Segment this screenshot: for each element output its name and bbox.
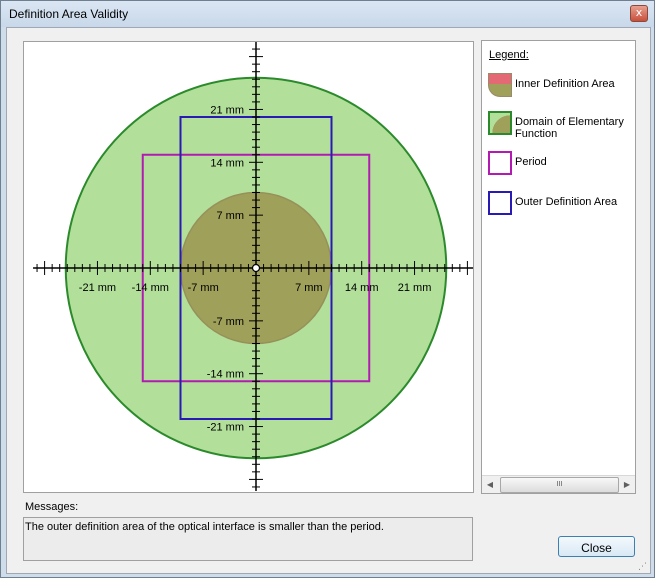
legend-title: Legend: [489, 49, 529, 61]
legend-item-inner-definition-area: Inner Definition Area [488, 73, 633, 99]
x-tick-label: 14 mm [345, 282, 379, 294]
y-tick-label: 14 mm [210, 157, 244, 169]
legend-item-outer-definition-area: Outer Definition Area [488, 191, 633, 217]
messages-text: The outer definition area of the optical… [25, 521, 384, 533]
x-tick-label: 7 mm [295, 282, 323, 294]
scrollbar-thumb[interactable]: III [500, 477, 619, 493]
legend-label: Outer Definition Area [515, 196, 618, 208]
legend-item-period: Period [488, 151, 633, 177]
legend-label: Period [515, 156, 547, 168]
period-swatch [488, 151, 512, 175]
origin-marker [251, 263, 261, 273]
legend-horizontal-scrollbar[interactable]: ◀ III ▶ [482, 475, 635, 493]
legend-label: Domain of Elementary Function [515, 116, 624, 140]
legend-panel: Legend: Inner Definition Area Domain of … [481, 40, 636, 494]
dialog-client-area: -21 mm -14 mm -7 mm 7 mm 14 mm 21 mm 21 mm 14 m… [6, 27, 651, 574]
close-button[interactable]: Close [558, 536, 635, 557]
inner-definition-area-swatch [488, 73, 512, 97]
y-tick-label: -7 mm [213, 316, 244, 328]
plot-area: -21 mm -14 mm -7 mm 7 mm 14 mm 21 mm 21 mm 14 m… [23, 41, 474, 493]
y-tick-label: 21 mm [210, 104, 244, 116]
messages-box[interactable]: The outer definition area of the optical… [23, 517, 473, 561]
x-tick-label: -14 mm [132, 282, 169, 294]
y-tick-label: 7 mm [217, 210, 245, 222]
scroll-left-icon[interactable]: ◀ [482, 476, 498, 493]
resize-grip-icon[interactable]: ⋰ [638, 561, 648, 571]
title-bar[interactable]: Definition Area Validity x [1, 1, 654, 27]
outer-definition-area-swatch [488, 191, 512, 215]
messages-label: Messages: [25, 501, 79, 513]
legend-item-domain: Domain of Elementary Function [488, 111, 633, 140]
y-tick-label: -14 mm [207, 369, 244, 381]
dialog-window: Definition Area Validity x -21 mm -14 mm -… [0, 0, 655, 578]
close-icon[interactable]: x [630, 5, 648, 22]
definition-area-plot: -21 mm -14 mm -7 mm 7 mm 14 mm 21 mm 21 mm 14 m… [33, 42, 473, 491]
x-tick-label: -21 mm [79, 282, 116, 294]
scroll-right-icon[interactable]: ▶ [619, 476, 635, 493]
y-tick-label: -21 mm [207, 422, 244, 434]
x-tick-label: 21 mm [398, 282, 432, 294]
domain-swatch [488, 111, 512, 135]
legend-label: Inner Definition Area [515, 78, 615, 90]
window-title: Definition Area Validity [9, 7, 129, 21]
x-tick-label: -7 mm [188, 282, 219, 294]
